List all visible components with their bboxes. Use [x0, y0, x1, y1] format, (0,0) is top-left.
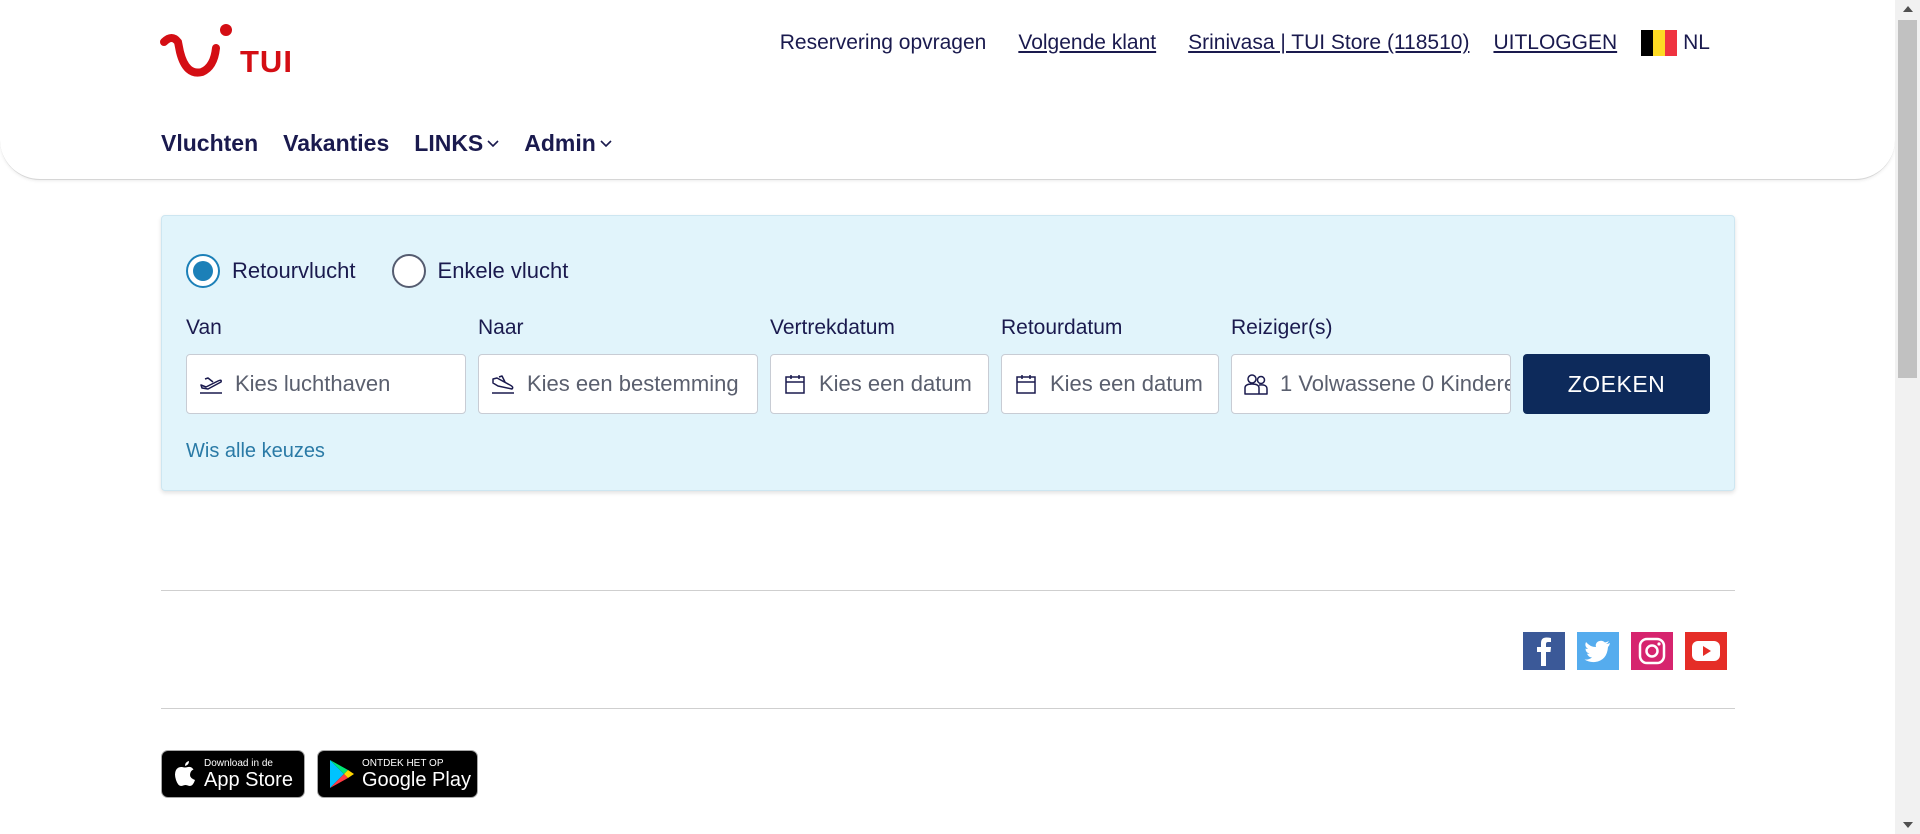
to-placeholder: Kies een bestemming	[527, 371, 739, 396]
store-account-link[interactable]: Srinivasa | TUI Store (118510)	[1188, 31, 1469, 55]
nav-links-dropdown[interactable]: LINKS	[414, 130, 499, 157]
radio-unselected-icon	[391, 254, 426, 288]
main-nav: Vluchten Vakanties LINKS Admin	[161, 130, 637, 157]
nav-admin-dropdown[interactable]: Admin	[524, 130, 612, 157]
app-store-big-text: App Store	[204, 768, 293, 791]
site-header: TUI Reservering opvragen Volgende klant …	[0, 0, 1895, 180]
travellers-label: Reiziger(s)	[1231, 316, 1333, 339]
apple-icon	[175, 761, 195, 786]
depart-date-input[interactable]: Kies een datum	[770, 354, 989, 414]
depart-placeholder: Kies een datum	[819, 371, 972, 396]
logout-link[interactable]: UITLOGGEN	[1493, 31, 1617, 55]
booking-lookup-link[interactable]: Reservering opvragen	[780, 31, 987, 55]
tui-logo-text: TUI	[240, 44, 293, 79]
google-play-big-text: Google Play	[362, 768, 471, 791]
trip-type-group: Retourvlucht Enkele vlucht	[186, 254, 604, 288]
calendar-icon	[781, 370, 809, 398]
scrollbar-thumb[interactable]	[1898, 20, 1917, 378]
instagram-icon[interactable]	[1631, 632, 1673, 670]
facebook-icon[interactable]	[1523, 632, 1565, 670]
chevron-down-icon	[487, 139, 499, 147]
travellers-value: 1 Volwassene 0 Kinderen	[1280, 371, 1511, 396]
youtube-icon[interactable]	[1685, 632, 1727, 670]
trip-type-oneway-label: Enkele vlucht	[437, 258, 569, 283]
next-customer-link[interactable]: Volgende klant	[1018, 31, 1156, 55]
plane-takeoff-icon	[197, 370, 225, 398]
clear-all-link[interactable]: Wis alle keuzes	[186, 440, 325, 463]
return-placeholder: Kies een datum	[1050, 371, 1203, 396]
from-placeholder: Kies luchthaven	[235, 371, 391, 396]
language-selector[interactable]: NL	[1683, 31, 1710, 55]
footer-divider-top	[161, 590, 1735, 591]
return-date-input[interactable]: Kies een datum	[1001, 354, 1219, 414]
trip-type-oneway[interactable]: Enkele vlucht	[391, 254, 569, 288]
tui-logo[interactable]: TUI	[160, 22, 302, 86]
trip-type-return[interactable]: Retourvlucht	[186, 254, 356, 288]
vertical-scrollbar[interactable]	[1895, 0, 1920, 834]
flight-search-panel: Retourvlucht Enkele vlucht Van Naar Vert…	[161, 215, 1735, 491]
footer-divider-bottom	[161, 708, 1735, 709]
to-label: Naar	[478, 316, 524, 339]
to-destination-input[interactable]: Kies een bestemming	[478, 354, 758, 414]
nav-holidays[interactable]: Vakanties	[283, 130, 389, 157]
nav-links-label: LINKS	[414, 130, 484, 156]
app-store-small-text: Download in de	[204, 757, 273, 769]
belgium-flag-icon[interactable]	[1641, 30, 1678, 56]
travellers-icon	[1242, 370, 1270, 398]
app-store-badge[interactable]: Download in de App Store	[161, 750, 305, 798]
tui-smile-logo-icon	[160, 24, 232, 77]
google-play-icon	[330, 760, 354, 788]
scroll-up-arrow-icon[interactable]	[1895, 0, 1920, 18]
travellers-input[interactable]: 1 Volwassene 0 Kinderen	[1231, 354, 1511, 414]
chevron-down-icon	[600, 139, 612, 147]
trip-type-return-label: Retourvlucht	[232, 258, 356, 283]
google-play-badge[interactable]: ONTDEK HET OP Google Play	[317, 750, 478, 798]
from-airport-input[interactable]: Kies luchthaven	[186, 354, 466, 414]
nav-admin-label: Admin	[524, 130, 596, 156]
return-label: Retourdatum	[1001, 316, 1123, 339]
depart-label: Vertrekdatum	[770, 316, 895, 339]
search-button[interactable]: ZOEKEN	[1523, 354, 1710, 414]
from-label: Van	[186, 316, 222, 339]
scroll-down-arrow-icon[interactable]	[1895, 816, 1920, 834]
twitter-icon[interactable]	[1577, 632, 1619, 670]
google-play-small-text: ONTDEK HET OP	[362, 757, 444, 769]
calendar-icon	[1012, 370, 1040, 398]
nav-flights[interactable]: Vluchten	[161, 130, 258, 157]
top-links: Reservering opvragen Volgende klant Srin…	[780, 28, 1710, 58]
radio-selected-icon	[186, 254, 220, 288]
plane-landing-icon	[489, 370, 517, 398]
